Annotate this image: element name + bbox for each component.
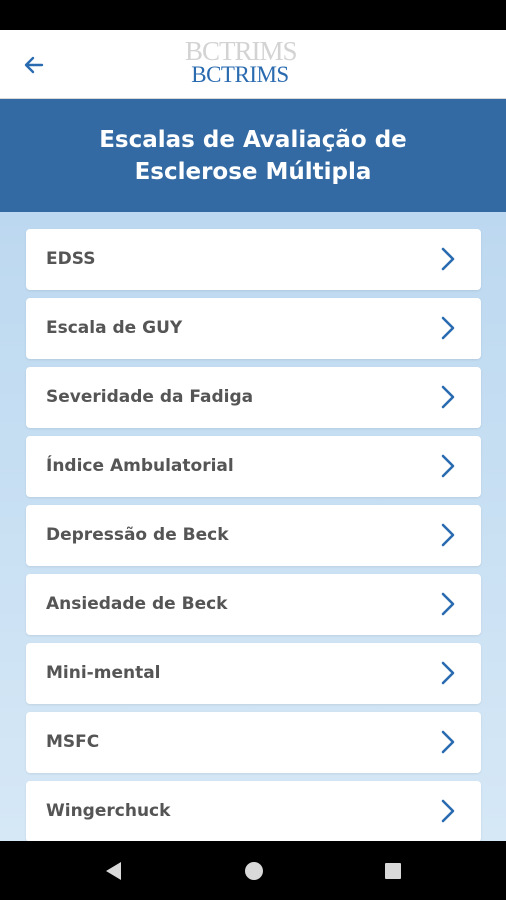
status-bar xyxy=(0,0,506,30)
list-item-label: EDSS xyxy=(46,249,96,269)
nav-back-button[interactable] xyxy=(99,857,127,885)
list-item-label: Depressão de Beck xyxy=(46,525,229,545)
chevron-right-icon xyxy=(441,385,455,409)
list-item-ansiedade-beck[interactable]: Ansiedade de Beck xyxy=(26,574,481,635)
title-band: Escalas de Avaliação de Esclerose Múltip… xyxy=(0,99,506,212)
list-item-label: Índice Ambulatorial xyxy=(46,456,234,476)
square-recent-icon xyxy=(385,863,401,879)
list-item-wingerchuck[interactable]: Wingerchuck xyxy=(26,781,481,841)
nav-home-button[interactable] xyxy=(240,857,268,885)
chevron-right-icon xyxy=(441,316,455,340)
list-item-mini-mental[interactable]: Mini-mental xyxy=(26,643,481,704)
chevron-right-icon xyxy=(441,799,455,823)
list-item-label: MSFC xyxy=(46,732,100,752)
chevron-right-icon xyxy=(441,454,455,478)
chevron-right-icon xyxy=(441,661,455,685)
list-item-label: Wingerchuck xyxy=(46,801,171,821)
app-bar: BCTRIMS BCTRIMS xyxy=(0,30,506,99)
list-item-label: Severidade da Fadiga xyxy=(46,387,254,407)
triangle-back-icon xyxy=(106,862,121,880)
list-item-depressao-beck[interactable]: Depressão de Beck xyxy=(26,505,481,566)
bctrims-logo: BCTRIMS BCTRIMS xyxy=(185,36,298,92)
system-nav-bar xyxy=(0,841,506,900)
back-button[interactable] xyxy=(14,48,54,82)
scales-list[interactable]: EDSS Escala de GUY Severidade da Fadiga … xyxy=(0,212,506,841)
nav-recent-button[interactable] xyxy=(379,857,407,885)
circle-home-icon xyxy=(245,862,263,880)
chevron-right-icon xyxy=(441,592,455,616)
list-item-msfc[interactable]: MSFC xyxy=(26,712,481,773)
logo-text: BCTRIMS xyxy=(191,62,289,87)
list-item-severidade-fadiga[interactable]: Severidade da Fadiga xyxy=(26,367,481,428)
list-item-label: Ansiedade de Beck xyxy=(46,594,228,614)
list-item-edss[interactable]: EDSS xyxy=(26,229,481,290)
chevron-right-icon xyxy=(441,247,455,271)
list-item-label: Escala de GUY xyxy=(46,318,183,338)
chevron-right-icon xyxy=(441,730,455,754)
list-item-label: Mini-mental xyxy=(46,663,161,683)
arrow-left-icon xyxy=(24,56,44,74)
chevron-right-icon xyxy=(441,523,455,547)
list-item-indice-ambulatorial[interactable]: Índice Ambulatorial xyxy=(26,436,481,497)
list-item-escala-guy[interactable]: Escala de GUY xyxy=(26,298,481,359)
page-title: Escalas de Avaliação de Esclerose Múltip… xyxy=(99,126,407,185)
